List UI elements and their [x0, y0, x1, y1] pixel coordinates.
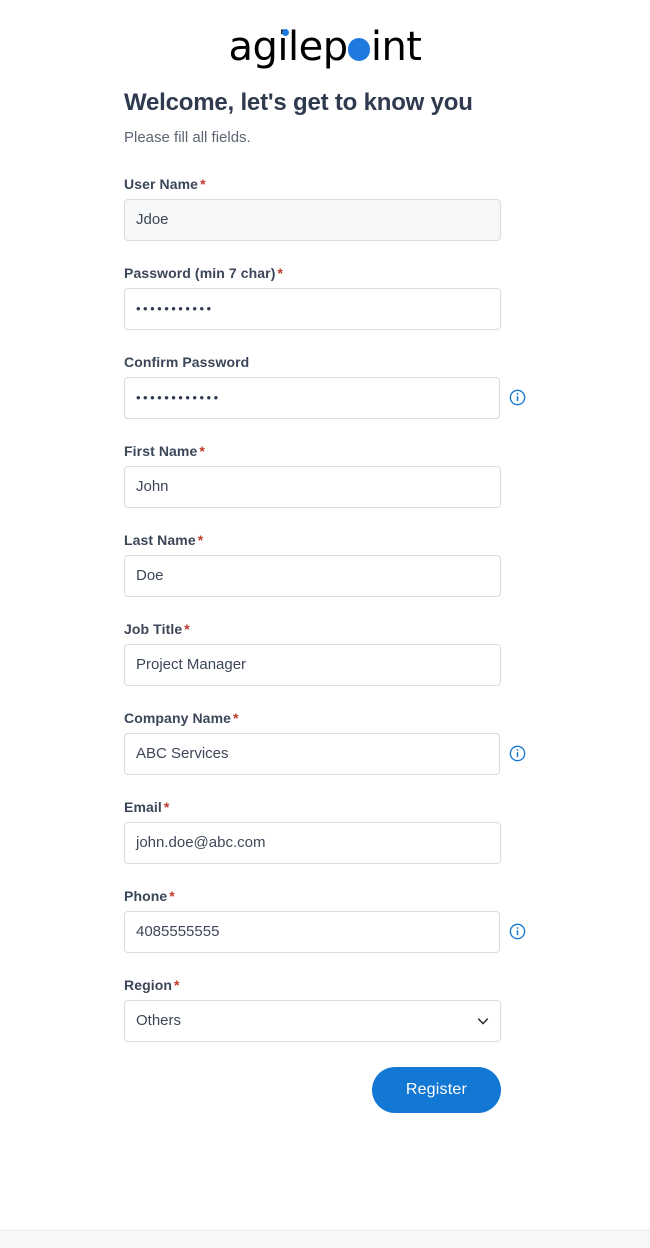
required-asterisk: * [200, 175, 206, 192]
user-name-input[interactable]: Jdoe [124, 198, 501, 241]
field-last-name: Last Name * Doe [124, 532, 526, 597]
label-text: User Name [124, 175, 199, 192]
label-text: Job Title [124, 620, 183, 637]
confirm-password-input[interactable]: •••••••••••• [124, 376, 500, 419]
required-asterisk: * [233, 709, 239, 726]
footer-strip [0, 1230, 650, 1248]
company-name-input[interactable]: ABC Services [124, 732, 500, 775]
region-select[interactable]: Others [124, 999, 501, 1042]
field-password: Password (min 7 char) * ••••••••••• [124, 265, 526, 330]
label-text: Company Name [124, 709, 232, 726]
info-icon[interactable] [509, 923, 526, 940]
registration-page: agilep int Welcome, let's get to know you… [0, 0, 650, 1248]
input-row: john.doe@abc.com [124, 821, 526, 864]
label-text: Email [124, 798, 162, 815]
required-asterisk: * [184, 620, 190, 637]
input-row: John [124, 465, 526, 508]
label-text: Password (min 7 char) [124, 264, 276, 281]
password-input[interactable]: ••••••••••• [124, 287, 501, 330]
email-input[interactable]: john.doe@abc.com [124, 821, 501, 864]
field-first-name: First Name * John [124, 443, 526, 508]
input-row: Jdoe [124, 198, 526, 241]
label-first-name: First Name * [124, 443, 526, 459]
form-actions: Register [124, 1066, 501, 1113]
label-email: Email * [124, 799, 526, 815]
input-row: Project Manager [124, 643, 526, 686]
label-text: First Name [124, 442, 198, 459]
label-text: Confirm Password [124, 353, 250, 370]
label-text: Last Name [124, 531, 196, 548]
first-name-input[interactable]: John [124, 465, 501, 508]
field-company-name: Company Name * ABC Services [124, 710, 526, 775]
page-title: Welcome, let's get to know you [124, 89, 473, 116]
label-user-name: User Name * [124, 176, 526, 192]
logo-blue-circle-icon [348, 38, 371, 61]
input-row: Doe [124, 554, 526, 597]
input-row: ABC Services [124, 732, 526, 775]
info-icon[interactable] [509, 389, 526, 406]
label-text: Region [124, 976, 173, 993]
label-confirm-password: Confirm Password [124, 354, 526, 370]
info-icon[interactable] [509, 745, 526, 762]
logo-i-dot-icon [281, 29, 289, 36]
page-subtitle: Please fill all fields. [124, 129, 251, 146]
input-row: 4085555555 [124, 910, 526, 953]
label-company-name: Company Name * [124, 710, 526, 726]
register-button[interactable]: Register [371, 1066, 501, 1113]
field-phone: Phone * 4085555555 [124, 888, 526, 953]
required-asterisk: * [163, 798, 170, 815]
label-region: Region * [124, 977, 526, 993]
brand-logo: agilep int [0, 24, 650, 70]
label-job-title: Job Title * [124, 621, 526, 637]
field-region: Region * Others [124, 977, 526, 1042]
required-asterisk: * [277, 264, 284, 281]
agilepoint-logo-text: agilep int [229, 27, 422, 67]
field-confirm-password: Confirm Password •••••••••••• [124, 354, 526, 419]
job-title-input[interactable]: Project Manager [124, 643, 501, 686]
field-job-title: Job Title * Project Manager [124, 621, 526, 686]
registration-form-container: Welcome, let's get to know you Please fi… [124, 88, 526, 1113]
phone-input[interactable]: 4085555555 [124, 910, 500, 953]
label-password: Password (min 7 char) * [124, 265, 526, 281]
field-user-name: User Name * Jdoe [124, 176, 526, 241]
last-name-input[interactable]: Doe [124, 554, 501, 597]
input-row: •••••••••••• [124, 376, 526, 419]
required-asterisk: * [174, 976, 180, 993]
logo-text-right: int [370, 24, 422, 70]
label-phone: Phone * [124, 888, 526, 904]
field-email: Email * john.doe@abc.com [124, 799, 526, 864]
label-last-name: Last Name * [124, 532, 526, 548]
input-row: ••••••••••• [124, 287, 526, 330]
required-asterisk: * [169, 887, 175, 904]
required-asterisk: * [197, 531, 204, 548]
region-select-wrap: Others [124, 999, 501, 1042]
required-asterisk: * [199, 442, 205, 459]
input-row: Others [124, 999, 526, 1042]
label-text: Phone [124, 887, 168, 904]
